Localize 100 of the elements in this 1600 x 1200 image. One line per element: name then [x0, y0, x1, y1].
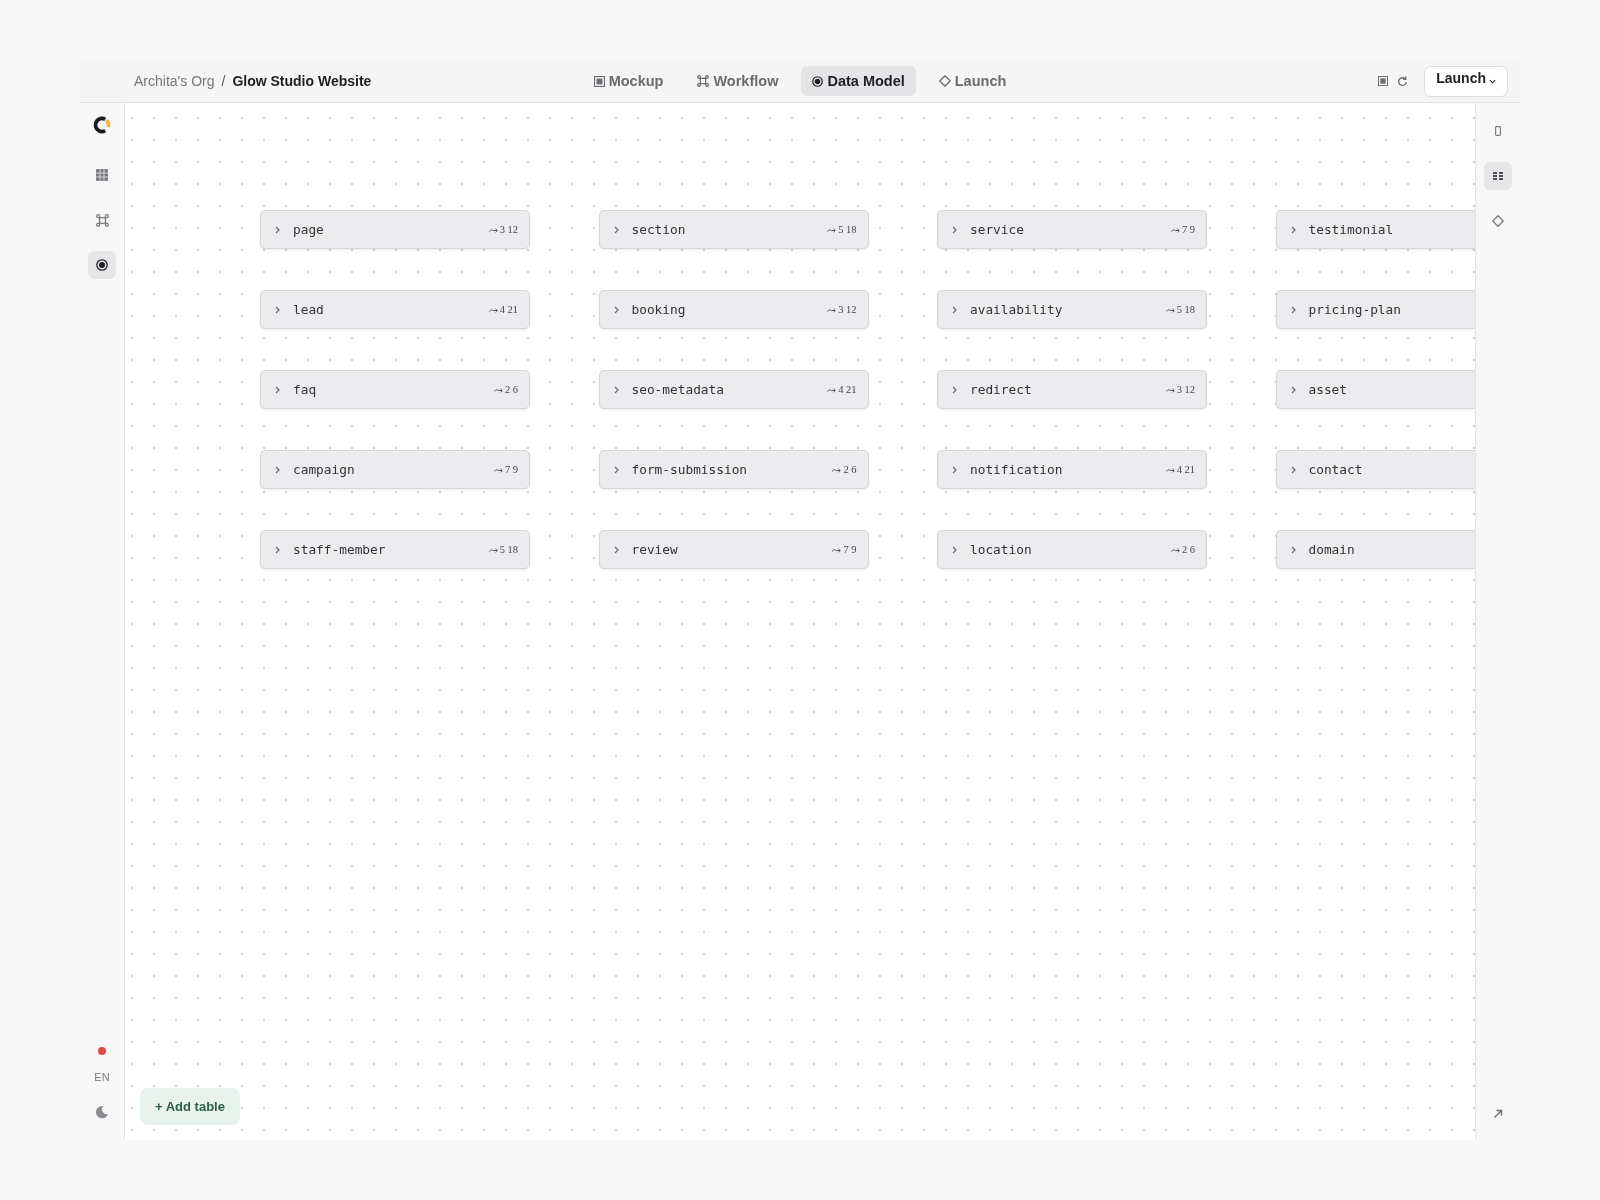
arrow-icon — [488, 546, 498, 553]
chevron-right-icon[interactable] — [1290, 465, 1296, 474]
language-button[interactable]: EN — [94, 1071, 110, 1083]
table-name: redirect — [970, 382, 1032, 397]
table-stats: 2 6 — [504, 384, 518, 395]
table-card[interactable]: campaign 7 9 — [260, 450, 530, 489]
chevron-right-icon[interactable] — [613, 385, 619, 394]
table-card[interactable]: asset — [1275, 370, 1475, 409]
table-stats: 2 6 — [843, 464, 857, 475]
table-card[interactable]: contact — [1275, 450, 1475, 489]
arrow-icon — [832, 466, 842, 473]
caret-icon — [1489, 78, 1496, 84]
table-card[interactable]: review 7 9 — [598, 530, 869, 569]
sidebar-button[interactable] — [1484, 162, 1512, 190]
chevron-right-icon[interactable] — [1290, 385, 1296, 394]
arrow-icon — [488, 226, 498, 233]
tab[interactable]: Mockup — [582, 66, 675, 96]
tab[interactable]: Launch — [927, 66, 1018, 96]
arrow-icon — [493, 386, 503, 393]
chevron-right-icon[interactable] — [1290, 545, 1296, 554]
command-icon — [95, 213, 109, 227]
chevron-right-icon[interactable] — [952, 385, 957, 394]
table-stats: 5 18 — [499, 544, 518, 555]
chevron-right-icon[interactable] — [613, 465, 619, 474]
chevron-right-icon[interactable] — [952, 465, 957, 474]
table-name: campaign — [293, 462, 355, 477]
table-card[interactable]: booking 3 12 — [598, 290, 869, 329]
radio-icon — [96, 259, 108, 271]
logo-icon[interactable] — [92, 115, 112, 135]
project-name: Glow Studio Website — [232, 73, 372, 89]
table-name: notification — [970, 462, 1063, 477]
chevron-right-icon[interactable] — [952, 305, 957, 314]
radio-icon — [812, 75, 824, 87]
launch-button[interactable]: Launch — [1424, 65, 1508, 97]
org-link[interactable]: Archita's Org — [134, 73, 215, 89]
table-name: service — [970, 222, 1024, 237]
table-stats: 5 18 — [1176, 304, 1195, 315]
arrow-icon — [827, 386, 837, 393]
chevron-right-icon[interactable] — [275, 305, 280, 314]
table-name: staff-member — [293, 542, 386, 557]
table-stats: 7 9 — [1181, 224, 1195, 235]
table-card[interactable]: seo-metadata 4 21 — [598, 370, 869, 409]
table-card[interactable]: redirect 3 12 — [937, 370, 1207, 409]
table-card[interactable]: form-submission 2 6 — [598, 450, 869, 489]
table-name: contact — [1308, 462, 1363, 477]
arrow-icon — [1165, 386, 1175, 393]
diamond-icon — [1492, 215, 1504, 227]
tab[interactable]: Data Model — [801, 66, 916, 96]
sidebar-button[interactable] — [88, 251, 116, 279]
table-stats: 7 9 — [504, 464, 518, 475]
chevron-right-icon[interactable] — [613, 545, 619, 554]
arrow-icon — [1170, 226, 1180, 233]
chevron-right-icon[interactable] — [1290, 305, 1296, 314]
table-name: availability — [970, 302, 1063, 317]
table-card[interactable]: availability 5 18 — [937, 290, 1207, 329]
chevron-right-icon[interactable] — [275, 225, 280, 234]
table-card[interactable]: section 5 18 — [598, 210, 869, 249]
table-card[interactable]: page 3 12 — [260, 210, 530, 249]
chevron-right-icon[interactable] — [613, 225, 619, 234]
tab[interactable]: Workflow — [686, 66, 790, 96]
breadcrumb-separator: / — [221, 73, 226, 89]
chevron-right-icon[interactable] — [275, 465, 280, 474]
chevron-right-icon[interactable] — [275, 545, 280, 554]
chevron-right-icon[interactable] — [952, 545, 957, 554]
diamond-icon — [938, 75, 951, 87]
table-name: seo-metadata — [631, 382, 724, 397]
table-card[interactable]: pricing-plan — [1275, 290, 1475, 329]
diagonal-arrow-icon[interactable] — [1493, 1109, 1503, 1119]
moon-icon[interactable] — [95, 1105, 109, 1119]
arrow-icon — [827, 306, 837, 313]
table-card[interactable]: service 7 9 — [937, 210, 1207, 249]
arrow-icon — [1165, 306, 1175, 313]
square-icon[interactable] — [1378, 76, 1389, 86]
chevron-right-icon[interactable] — [275, 385, 280, 394]
grid-icon — [96, 169, 108, 181]
add-table-button[interactable]: + Add table — [140, 1088, 240, 1125]
table-stats: 2 6 — [1181, 544, 1195, 555]
table-name: faq — [293, 382, 317, 397]
table-stats: 3 12 — [499, 224, 518, 235]
table-card[interactable]: testimonial — [1275, 210, 1475, 249]
table-card[interactable]: notification 4 21 — [937, 450, 1207, 489]
table-stats: 7 9 — [843, 544, 857, 555]
table-name: booking — [631, 302, 686, 317]
chevron-right-icon[interactable] — [613, 305, 619, 314]
table-name: testimonial — [1308, 222, 1394, 237]
table-card[interactable]: faq 2 6 — [260, 370, 530, 409]
table-name: form-submission — [631, 462, 748, 477]
table-name: pricing-plan — [1308, 302, 1401, 317]
arrow-icon — [488, 306, 498, 313]
refresh-icon[interactable] — [1397, 75, 1409, 87]
table-card[interactable]: staff-member 5 18 — [260, 530, 530, 569]
chevron-right-icon[interactable] — [952, 225, 957, 234]
chevron-right-icon[interactable] — [1290, 225, 1296, 234]
table-name: section — [631, 222, 686, 237]
arrow-icon — [493, 466, 503, 473]
table-card[interactable]: domain — [1275, 530, 1475, 569]
table-card[interactable]: location 2 6 — [937, 530, 1207, 569]
rectangle-icon — [1495, 126, 1501, 136]
table-name: page — [293, 222, 324, 237]
table-card[interactable]: lead 4 21 — [260, 290, 530, 329]
